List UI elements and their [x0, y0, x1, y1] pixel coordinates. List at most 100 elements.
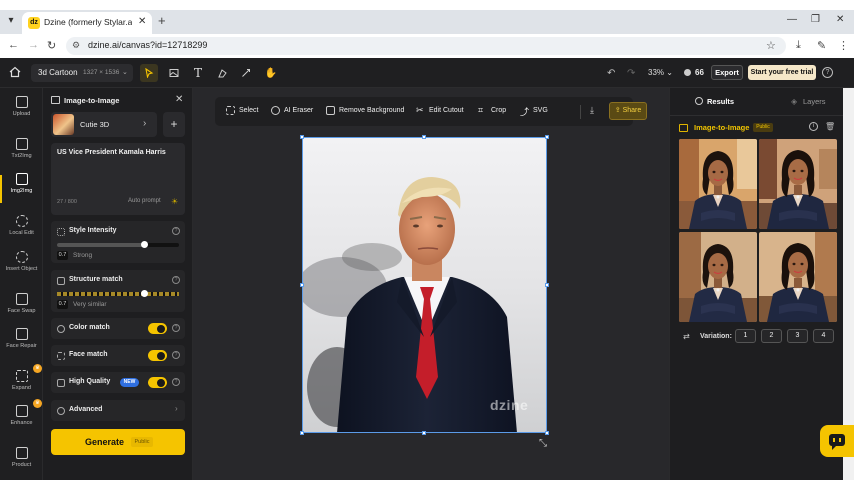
chat-support-button[interactable]	[820, 425, 854, 457]
canvas-area[interactable]: Select AI Eraser Remove Background ✂ Edi…	[193, 88, 669, 480]
shape-tool-icon[interactable]	[213, 64, 231, 82]
resize-handle[interactable]	[545, 431, 549, 435]
public-badge: Public	[753, 123, 773, 132]
resize-handle[interactable]	[300, 135, 304, 139]
info-icon[interactable]: ?	[172, 324, 180, 332]
site-info-icon[interactable]: ⚙	[72, 40, 80, 51]
add-model-button[interactable]: +	[163, 112, 185, 137]
url-text[interactable]: dzine.ai/canvas?id=12718299	[88, 40, 207, 50]
undo-icon[interactable]: ↶	[607, 68, 615, 79]
browser-menu-icon[interactable]: ⋮	[838, 39, 849, 52]
lightbulb-icon[interactable]: ☀	[171, 197, 178, 206]
model-selector[interactable]: Cutie 3D ›	[51, 112, 157, 137]
info-icon[interactable]: ?	[172, 378, 180, 386]
minimize-icon[interactable]: —	[787, 14, 797, 25]
variation-button-2[interactable]: 2	[761, 329, 782, 343]
rail-item-product[interactable]: Product	[0, 447, 43, 468]
rail-item-face-swap[interactable]: Face Swap	[0, 293, 43, 314]
zoom-level[interactable]: 33% ⌄	[648, 68, 673, 77]
move-tool-icon[interactable]	[140, 64, 158, 82]
extension-icon[interactable]: ✎	[817, 39, 826, 52]
upload-icon	[15, 96, 28, 108]
free-trial-button[interactable]: Start your free trial	[748, 65, 816, 80]
project-selector[interactable]: 3d Cartoon 1327 × 1536 ⌄	[31, 64, 133, 82]
prompt-text[interactable]: US Vice President Kamala Harris	[57, 149, 166, 156]
tab-layers[interactable]: Layers	[803, 97, 826, 106]
resize-handle[interactable]	[422, 135, 426, 139]
browser-tab[interactable]: dz Dzine (formerly Stylar.ai) - The ✕	[22, 12, 152, 34]
bookmark-star-icon[interactable]: ☆	[766, 39, 776, 52]
rail-item-insert-object[interactable]: Insert Object	[0, 251, 43, 272]
home-icon[interactable]	[9, 66, 21, 78]
text-tool-icon[interactable]: T	[189, 64, 207, 82]
remove-background-button[interactable]: Remove Background	[339, 107, 404, 114]
rail-item-txt2img[interactable]: Txt2Img	[0, 138, 43, 159]
advanced-row[interactable]: Advanced ›	[51, 400, 185, 421]
tab-list-dropdown-icon[interactable]: ▾	[4, 14, 18, 28]
info-icon[interactable]: ?	[172, 276, 180, 284]
auto-prompt-label[interactable]: Auto prompt	[128, 198, 161, 204]
result-thumbnail[interactable]	[679, 139, 757, 229]
history-icon	[695, 97, 703, 105]
rail-item-enhance[interactable]: Enhance	[0, 405, 43, 426]
edit-cutout-button[interactable]: Edit Cutout	[429, 107, 464, 114]
pen-tool-icon[interactable]	[237, 64, 255, 82]
prompt-input[interactable]: US Vice President Kamala Harris 27 / 800…	[51, 143, 185, 215]
share-button[interactable]: ⇪ Share	[609, 102, 647, 120]
resize-handle[interactable]	[545, 283, 549, 287]
high-quality-title: High Quality	[69, 378, 111, 385]
rail-item-face-repair[interactable]: Face Repair	[0, 328, 43, 349]
tab-divider	[670, 115, 844, 116]
rail-item-img2img[interactable]: Img2Img	[0, 173, 43, 194]
prompt-char-count: 27 / 800	[57, 199, 77, 205]
face-match-toggle[interactable]	[148, 350, 167, 361]
slider-knob[interactable]	[141, 241, 149, 248]
enhance-icon	[15, 405, 28, 417]
info-icon[interactable]: i	[809, 122, 818, 131]
generate-button[interactable]: Generate Public	[51, 429, 185, 455]
color-match-toggle[interactable]	[148, 323, 167, 334]
ai-eraser-button[interactable]: AI Eraser	[284, 107, 313, 114]
omnibox[interactable]: ⚙ dzine.ai/canvas?id=12718299 ☆	[66, 37, 786, 55]
reload-icon[interactable]: ↻	[47, 39, 56, 52]
resize-handle[interactable]	[300, 283, 304, 287]
trash-icon[interactable]: 🗑	[825, 122, 835, 131]
resize-handle[interactable]	[300, 431, 304, 435]
image-tool-icon[interactable]	[165, 64, 183, 82]
new-tab-icon[interactable]: +	[158, 13, 166, 28]
info-icon[interactable]: ?	[172, 227, 180, 235]
rail-item-upload[interactable]: Upload	[0, 96, 43, 117]
high-quality-toggle[interactable]	[148, 377, 167, 388]
hand-tool-icon[interactable]: ✋	[262, 64, 280, 82]
close-icon[interactable]: ✕	[175, 94, 183, 105]
info-icon[interactable]: ?	[172, 351, 180, 359]
export-button[interactable]: Export	[711, 65, 743, 80]
forward-icon[interactable]: →	[28, 39, 39, 51]
select-button[interactable]: Select	[239, 107, 258, 114]
structure-match-slider[interactable]	[57, 290, 179, 297]
resize-handle[interactable]	[545, 135, 549, 139]
style-intensity-slider[interactable]	[57, 241, 179, 248]
page-scrollbar[interactable]	[843, 88, 854, 480]
help-icon[interactable]: ?	[822, 67, 833, 78]
back-icon[interactable]: ←	[8, 39, 19, 51]
variation-button-1[interactable]: 1	[735, 329, 756, 343]
svg-button[interactable]: SVG	[533, 107, 548, 114]
window-close-icon[interactable]: ✕	[836, 14, 844, 25]
download-icon[interactable]: ⤓	[796, 39, 801, 52]
redo-icon[interactable]: ↷	[627, 68, 635, 79]
result-thumbnail[interactable]	[759, 139, 837, 229]
rail-item-local-edit[interactable]: Local Edit	[0, 215, 43, 236]
variation-button-4[interactable]: 4	[813, 329, 834, 343]
rail-item-expand[interactable]: Expand	[0, 370, 43, 391]
restore-icon[interactable]: ❐	[811, 14, 820, 25]
result-thumbnail[interactable]	[759, 232, 837, 322]
variation-button-3[interactable]: 3	[787, 329, 808, 343]
tab-close-icon[interactable]: ✕	[138, 16, 146, 27]
tab-results[interactable]: Results	[707, 97, 734, 106]
crop-button[interactable]: Crop	[491, 107, 506, 114]
result-thumbnail[interactable]	[679, 232, 757, 322]
canvas-image[interactable]	[302, 137, 547, 433]
resize-handle[interactable]	[422, 431, 426, 435]
download-icon[interactable]: ⤓	[590, 105, 594, 116]
